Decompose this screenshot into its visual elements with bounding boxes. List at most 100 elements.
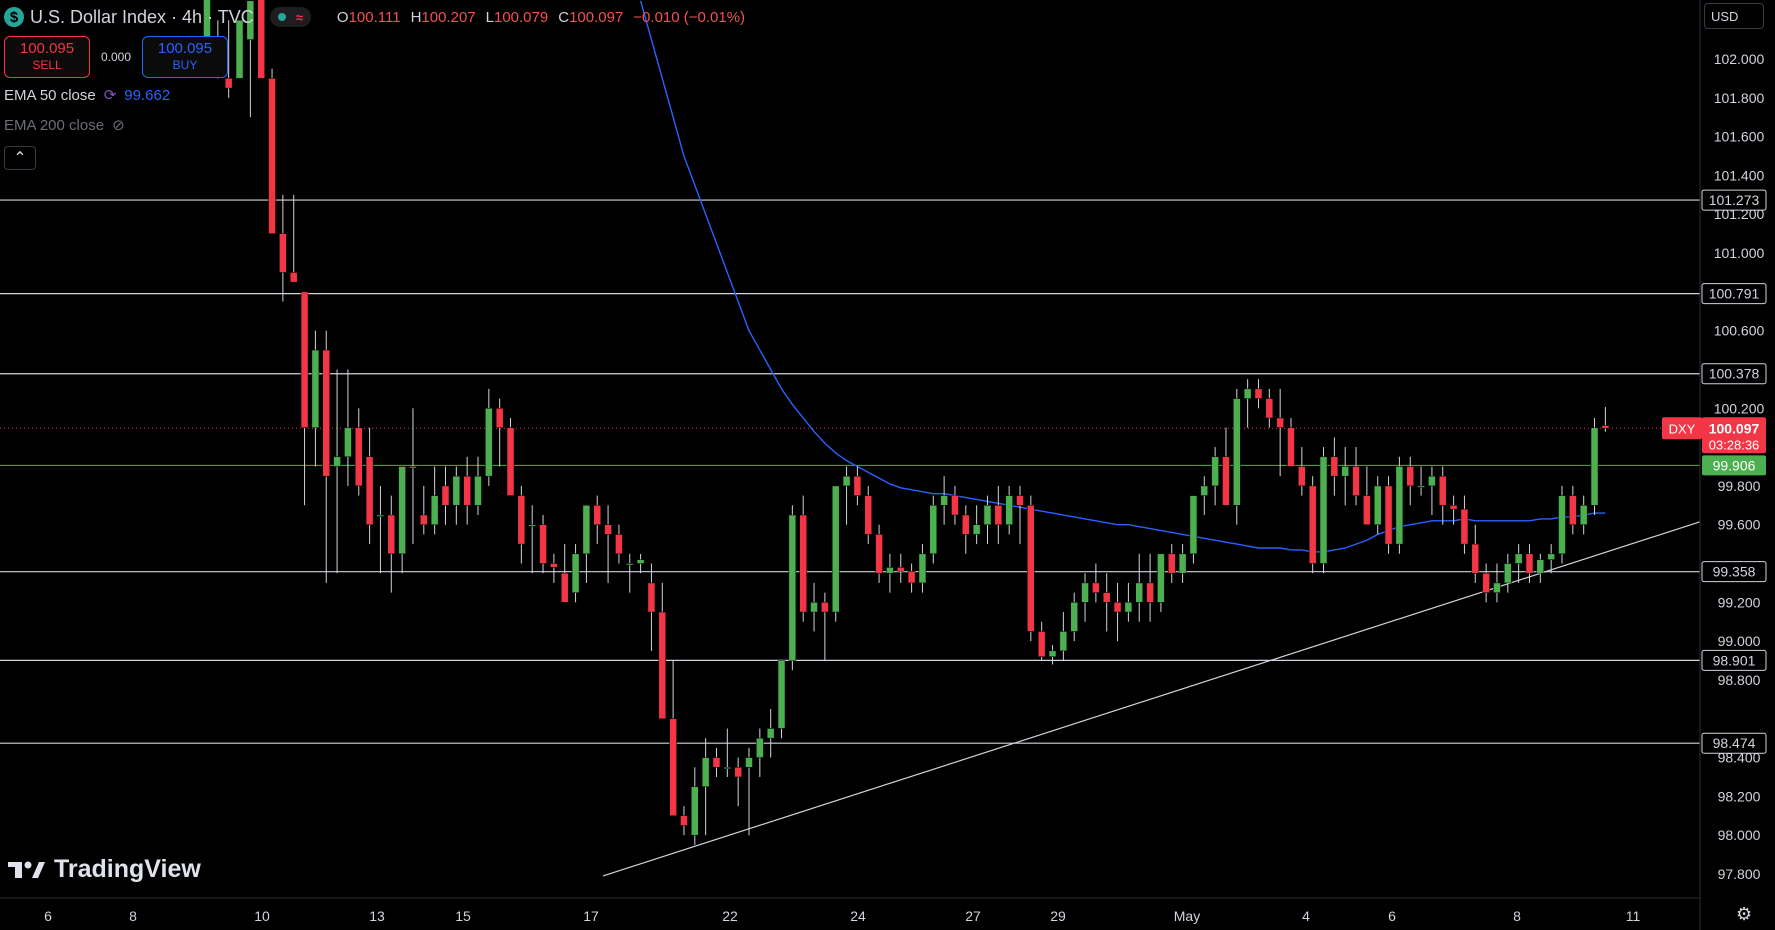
candle-body xyxy=(701,757,710,787)
candle-body xyxy=(376,514,385,517)
price-tick-label: 98.200 xyxy=(1718,788,1761,804)
candle-body xyxy=(582,505,591,555)
candle-body xyxy=(474,475,482,506)
candle-body xyxy=(1352,466,1360,496)
candle-body xyxy=(831,485,840,613)
sell-button[interactable]: 100.095 SELL xyxy=(4,36,90,78)
candle-body xyxy=(1124,602,1133,613)
candle-body xyxy=(1276,417,1284,428)
candle-body xyxy=(1222,456,1230,506)
support-tag-label: 99.906 xyxy=(1713,457,1756,473)
candle-body xyxy=(409,466,417,469)
candle-body xyxy=(691,786,699,836)
candle-body xyxy=(886,567,894,574)
candle-body xyxy=(712,757,721,768)
trade-panel: 100.095 SELL 0.000 100.095 BUY xyxy=(4,36,228,78)
candle-body xyxy=(398,466,406,555)
candle-body xyxy=(344,427,352,458)
candle-body xyxy=(1493,582,1501,593)
candle-body xyxy=(766,728,775,739)
candle-body xyxy=(897,567,905,572)
candle-body xyxy=(268,78,276,234)
candle-body xyxy=(1048,650,1057,657)
candle-body xyxy=(940,495,948,506)
symbol-title[interactable]: U.S. Dollar Index · 4h · TVC xyxy=(30,7,254,28)
candle-body xyxy=(626,563,634,566)
delayed-data-icon: ≈ xyxy=(295,9,303,25)
price-tick-label: 99.600 xyxy=(1718,517,1761,533)
price-tick-label: 99.000 xyxy=(1718,633,1761,649)
candle-body xyxy=(1298,466,1306,487)
candle xyxy=(1590,417,1599,516)
price-tick-label: 99.200 xyxy=(1718,594,1761,610)
buy-label: BUY xyxy=(172,58,198,72)
candle-body xyxy=(1027,505,1035,632)
candle-body xyxy=(1471,543,1480,574)
candle-body xyxy=(875,534,883,574)
candle-body xyxy=(1189,495,1198,555)
candle-body xyxy=(528,524,536,527)
time-tick-label: 10 xyxy=(254,908,270,924)
candle-body xyxy=(463,475,471,506)
candle xyxy=(1233,388,1241,525)
candle-body xyxy=(224,78,233,89)
candle xyxy=(1027,495,1035,642)
candle-body xyxy=(615,534,623,555)
candle-body xyxy=(1449,505,1458,510)
hidden-eye-icon[interactable]: ⊘ xyxy=(112,116,125,134)
candle-body xyxy=(680,815,688,826)
tradingview-logo[interactable]: TradingView xyxy=(8,855,201,884)
dollar-icon: $ xyxy=(4,7,24,27)
candle-body xyxy=(1308,485,1317,564)
candle-body xyxy=(994,505,1003,525)
candle-body xyxy=(918,553,927,584)
candle-body xyxy=(810,602,818,613)
candle xyxy=(1558,485,1566,564)
candle-body xyxy=(734,767,742,778)
candle-body xyxy=(962,514,970,535)
candle-body xyxy=(560,572,569,603)
candle-body xyxy=(821,602,829,613)
buy-price: 100.095 xyxy=(157,40,213,57)
currency-selector[interactable]: USD xyxy=(1704,3,1764,29)
candle-body xyxy=(1341,466,1349,477)
candle-body xyxy=(1525,553,1534,574)
candle xyxy=(1319,447,1328,574)
candle-body xyxy=(495,408,504,428)
sell-label: SELL xyxy=(32,58,62,72)
collapse-legend-button[interactable]: ⌃ xyxy=(4,146,36,170)
candle-body xyxy=(355,427,363,487)
ema50-value: 99.662 xyxy=(124,86,171,104)
candle-body xyxy=(1579,505,1588,525)
candle xyxy=(1308,476,1317,574)
time-tick-label: 6 xyxy=(1388,908,1396,924)
candle-body xyxy=(1417,485,1425,488)
candle-body xyxy=(1558,495,1566,555)
ohlc-change: −0.010 (−0.01%) xyxy=(633,8,746,26)
candle xyxy=(1395,456,1404,554)
ema50-legend[interactable]: EMA 50 close ⟳ 99.662 xyxy=(4,86,171,105)
candle-body xyxy=(365,456,374,525)
ohlc-close: C100.097 xyxy=(558,8,624,26)
candle-body xyxy=(788,514,797,661)
candle xyxy=(1189,495,1198,564)
symbol-tag-label: DXY xyxy=(1669,421,1696,436)
market-open-icon xyxy=(277,13,286,21)
candle-body xyxy=(593,505,601,525)
candle-body xyxy=(723,767,732,770)
price-chart[interactable]: 102.000101.800101.600101.400101.200101.0… xyxy=(0,0,1775,930)
buy-button[interactable]: 100.095 BUY xyxy=(142,36,228,78)
level-tag-label: 100.791 xyxy=(1709,286,1760,302)
time-tick-label: May xyxy=(1174,908,1200,924)
candle xyxy=(788,505,797,671)
candle-body xyxy=(441,485,450,506)
ema200-legend[interactable]: EMA 200 close ⊘ xyxy=(4,116,125,135)
ohlc-high: H100.207 xyxy=(410,8,476,26)
candle-body xyxy=(1439,475,1447,506)
candle-body xyxy=(452,475,461,506)
settings-gear-icon[interactable]: ⚙ xyxy=(1736,904,1752,925)
time-tick-label: 27 xyxy=(965,908,981,924)
level-tag-label: 98.901 xyxy=(1713,652,1756,668)
market-status[interactable]: ≈ xyxy=(269,7,311,27)
candle-body xyxy=(550,563,558,568)
